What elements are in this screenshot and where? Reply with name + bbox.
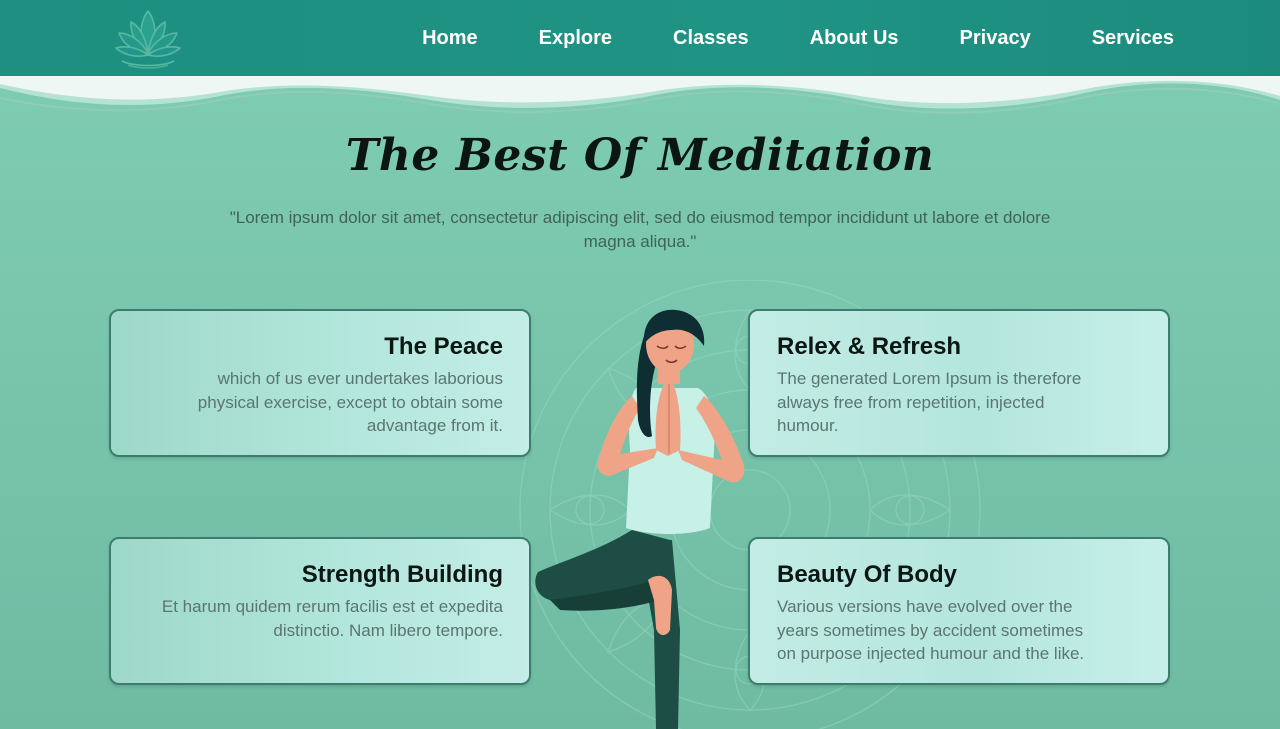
yoga-woman-illustration: [535, 309, 745, 729]
main-nav: Home Explore Classes About Us Privacy Se…: [361, 0, 1174, 76]
hero-quote: "Lorem ipsum dolor sit amet, consectetur…: [229, 208, 1051, 251]
navbar: Home Explore Classes About Us Privacy Se…: [0, 0, 1280, 76]
nav-privacy-link[interactable]: Privacy: [960, 27, 1031, 50]
card-relex-refresh[interactable]: Relex & Refresh The generated Lorem Ipsu…: [748, 309, 1170, 457]
card-text: The generated Lorem Ipsum is therefore a…: [777, 369, 1082, 435]
nav-about-us-link[interactable]: About Us: [810, 27, 899, 50]
card-text: Various versions have evolved over the y…: [777, 597, 1085, 663]
card-title: Relex & Refresh: [777, 333, 962, 360]
card-strength-building[interactable]: Strength Building Et harum quidem rerum …: [109, 537, 531, 685]
card-title: Beauty Of Body: [777, 561, 958, 588]
card-beauty-of-body[interactable]: Beauty Of Body Various versions have evo…: [748, 537, 1170, 685]
nav-home-link[interactable]: Home: [422, 27, 478, 50]
nav-services-link[interactable]: Services: [1092, 27, 1174, 50]
card-title: The Peace: [384, 333, 503, 360]
page-title: The Best Of Meditation: [345, 130, 935, 181]
card-title: Strength Building: [301, 561, 503, 588]
card-text: Et harum quidem rerum facilis est et exp…: [161, 597, 503, 640]
lotus-logo-icon[interactable]: [108, 5, 188, 71]
card-text: which of us ever undertakes laborious ph…: [197, 369, 503, 435]
wave-divider: [0, 74, 1280, 114]
nav-classes-link[interactable]: Classes: [673, 27, 749, 50]
card-the-peace[interactable]: The Peace which of us ever undertakes la…: [109, 309, 531, 457]
nav-explore-link[interactable]: Explore: [539, 27, 612, 50]
